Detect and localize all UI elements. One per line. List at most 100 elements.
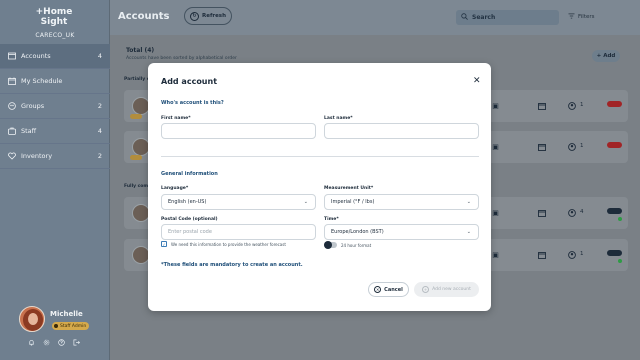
filter-icon bbox=[568, 13, 575, 21]
status-toggle[interactable] bbox=[607, 208, 622, 214]
add-account-button[interactable]: + Add bbox=[592, 50, 620, 62]
cancel-button[interactable]: ✕ Cancel bbox=[368, 282, 409, 297]
calendar-icon[interactable] bbox=[537, 208, 546, 217]
sidebar-item-staff[interactable]: Staff 4 bbox=[0, 119, 110, 144]
measurement-label: Measurement Unit* bbox=[324, 186, 374, 191]
measurement-select[interactable]: Imperial (°F / lbs) ⌄ bbox=[324, 194, 479, 210]
gift-icon[interactable]: ▣ bbox=[491, 208, 500, 217]
filters-button[interactable]: Filters bbox=[568, 13, 595, 21]
online-indicator bbox=[618, 217, 622, 221]
user-icon[interactable] bbox=[567, 142, 576, 151]
info-checkbox-icon[interactable]: ✓ bbox=[161, 241, 167, 247]
user-icon[interactable] bbox=[567, 101, 576, 110]
logo-line2: Sight bbox=[40, 17, 68, 27]
status-toggle[interactable] bbox=[607, 250, 622, 256]
postal-code-label: Postal Code (optional) bbox=[161, 217, 218, 222]
first-name-label: First name* bbox=[161, 116, 191, 121]
modal-subtitle: Who's account is this? bbox=[161, 100, 224, 106]
divider bbox=[161, 156, 479, 157]
row-count: 4 bbox=[580, 209, 584, 215]
sidebar-item-label: My Schedule bbox=[21, 77, 63, 85]
calendar-icon[interactable] bbox=[537, 250, 546, 259]
modal-title: Add account bbox=[161, 77, 218, 86]
logout-icon[interactable] bbox=[72, 338, 80, 346]
sidebar-nav: Accounts 4 My Schedule Groups 2 Staff 4 bbox=[0, 44, 110, 169]
weather-hint-text: We need this information to provide the … bbox=[171, 241, 286, 247]
user-icon[interactable] bbox=[567, 250, 576, 259]
user-icon[interactable] bbox=[567, 208, 576, 217]
profile-actions bbox=[27, 338, 80, 346]
postal-code-field[interactable]: Enter postal code bbox=[161, 224, 316, 240]
refresh-label: Refresh bbox=[202, 13, 226, 19]
sidebar-item-accounts[interactable]: Accounts 4 bbox=[0, 44, 110, 69]
gift-icon[interactable]: ▣ bbox=[491, 101, 500, 110]
sidebar-item-count: 2 bbox=[97, 102, 102, 110]
accounts-icon bbox=[7, 52, 16, 61]
sidebar-item-label: Inventory bbox=[21, 152, 53, 160]
sidebar-item-label: Accounts bbox=[21, 52, 51, 60]
weather-hint: ✓ We need this information to provide th… bbox=[161, 241, 286, 247]
search-icon bbox=[461, 13, 468, 22]
staff-icon bbox=[7, 127, 16, 136]
sort-note: Accounts have been sorted by alphabetica… bbox=[126, 56, 237, 61]
chevron-down-icon: ⌄ bbox=[466, 199, 471, 205]
toggle-switch[interactable] bbox=[324, 241, 337, 249]
calendar-icon[interactable] bbox=[537, 101, 546, 110]
section-partially-complete: Partially c bbox=[124, 77, 150, 82]
search-label: Search bbox=[472, 14, 496, 21]
sidebar-item-inventory[interactable]: Inventory 2 bbox=[0, 144, 110, 169]
role-label: Staff Admin bbox=[60, 323, 87, 329]
avatar[interactable] bbox=[19, 306, 45, 332]
cancel-icon: ✕ bbox=[374, 286, 382, 293]
add-new-account-button[interactable]: + Add new account bbox=[414, 282, 479, 297]
sidebar-item-groups[interactable]: Groups 2 bbox=[0, 94, 110, 119]
mandatory-note: *These fields are mandatory to create an… bbox=[161, 262, 303, 268]
search-input[interactable]: Search bbox=[456, 10, 559, 25]
account-badge bbox=[130, 114, 142, 119]
org-name: CARECO_UK bbox=[35, 32, 75, 39]
row-count: 1 bbox=[580, 102, 584, 108]
sidebar-item-count: 4 bbox=[97, 127, 102, 135]
sidebar-item-my-schedule[interactable]: My Schedule bbox=[0, 69, 110, 94]
sidebar-item-label: Staff bbox=[21, 127, 37, 135]
top-bar: Accounts ↻ Refresh Search Filters bbox=[110, 0, 640, 35]
hour-format-toggle[interactable]: 24 hour format bbox=[324, 241, 371, 249]
close-icon[interactable]: ✕ bbox=[473, 76, 481, 86]
language-select[interactable]: English (en-US) ⌄ bbox=[161, 194, 316, 210]
last-name-field[interactable] bbox=[324, 123, 479, 139]
help-icon[interactable] bbox=[57, 338, 65, 346]
language-label: Language* bbox=[161, 186, 189, 191]
chevron-down-icon: ⌄ bbox=[303, 199, 308, 205]
refresh-icon: ↻ bbox=[190, 11, 199, 21]
status-toggle[interactable] bbox=[607, 142, 622, 148]
time-select[interactable]: Europe/London (BST) ⌄ bbox=[324, 224, 479, 240]
role-badge: Staff Admin bbox=[52, 322, 90, 330]
add-new-label: Add new account bbox=[432, 287, 471, 292]
app-logo[interactable]: +Home Sight bbox=[34, 7, 74, 29]
chevron-down-icon: ⌄ bbox=[466, 229, 471, 235]
add-label: Add bbox=[603, 53, 616, 59]
status-toggle[interactable] bbox=[607, 101, 622, 107]
sidebar-item-count: 4 bbox=[97, 52, 102, 60]
gear-icon[interactable] bbox=[42, 338, 50, 346]
gift-icon[interactable]: ▣ bbox=[491, 142, 500, 151]
logo-line1: +Home bbox=[35, 7, 73, 17]
profile-name: Michelle bbox=[50, 310, 83, 318]
sidebar-item-count: 2 bbox=[97, 152, 102, 160]
bell-icon[interactable] bbox=[27, 338, 35, 346]
groups-icon bbox=[7, 102, 16, 111]
language-value: English (en-US) bbox=[168, 199, 207, 205]
account-badge bbox=[130, 155, 142, 160]
online-indicator bbox=[618, 259, 622, 263]
last-name-label: Last name* bbox=[324, 116, 353, 121]
sidebar-item-label: Groups bbox=[21, 102, 45, 110]
gift-icon[interactable]: ▣ bbox=[491, 250, 500, 259]
calendar-icon bbox=[7, 77, 16, 86]
time-label: Time* bbox=[324, 217, 339, 222]
refresh-button[interactable]: ↻ Refresh bbox=[184, 7, 232, 25]
plus-circle-icon: + bbox=[422, 286, 430, 293]
first-name-field[interactable] bbox=[161, 123, 316, 139]
calendar-icon[interactable] bbox=[537, 142, 546, 151]
time-value: Europe/London (BST) bbox=[331, 229, 384, 235]
measurement-value: Imperial (°F / lbs) bbox=[331, 199, 375, 205]
